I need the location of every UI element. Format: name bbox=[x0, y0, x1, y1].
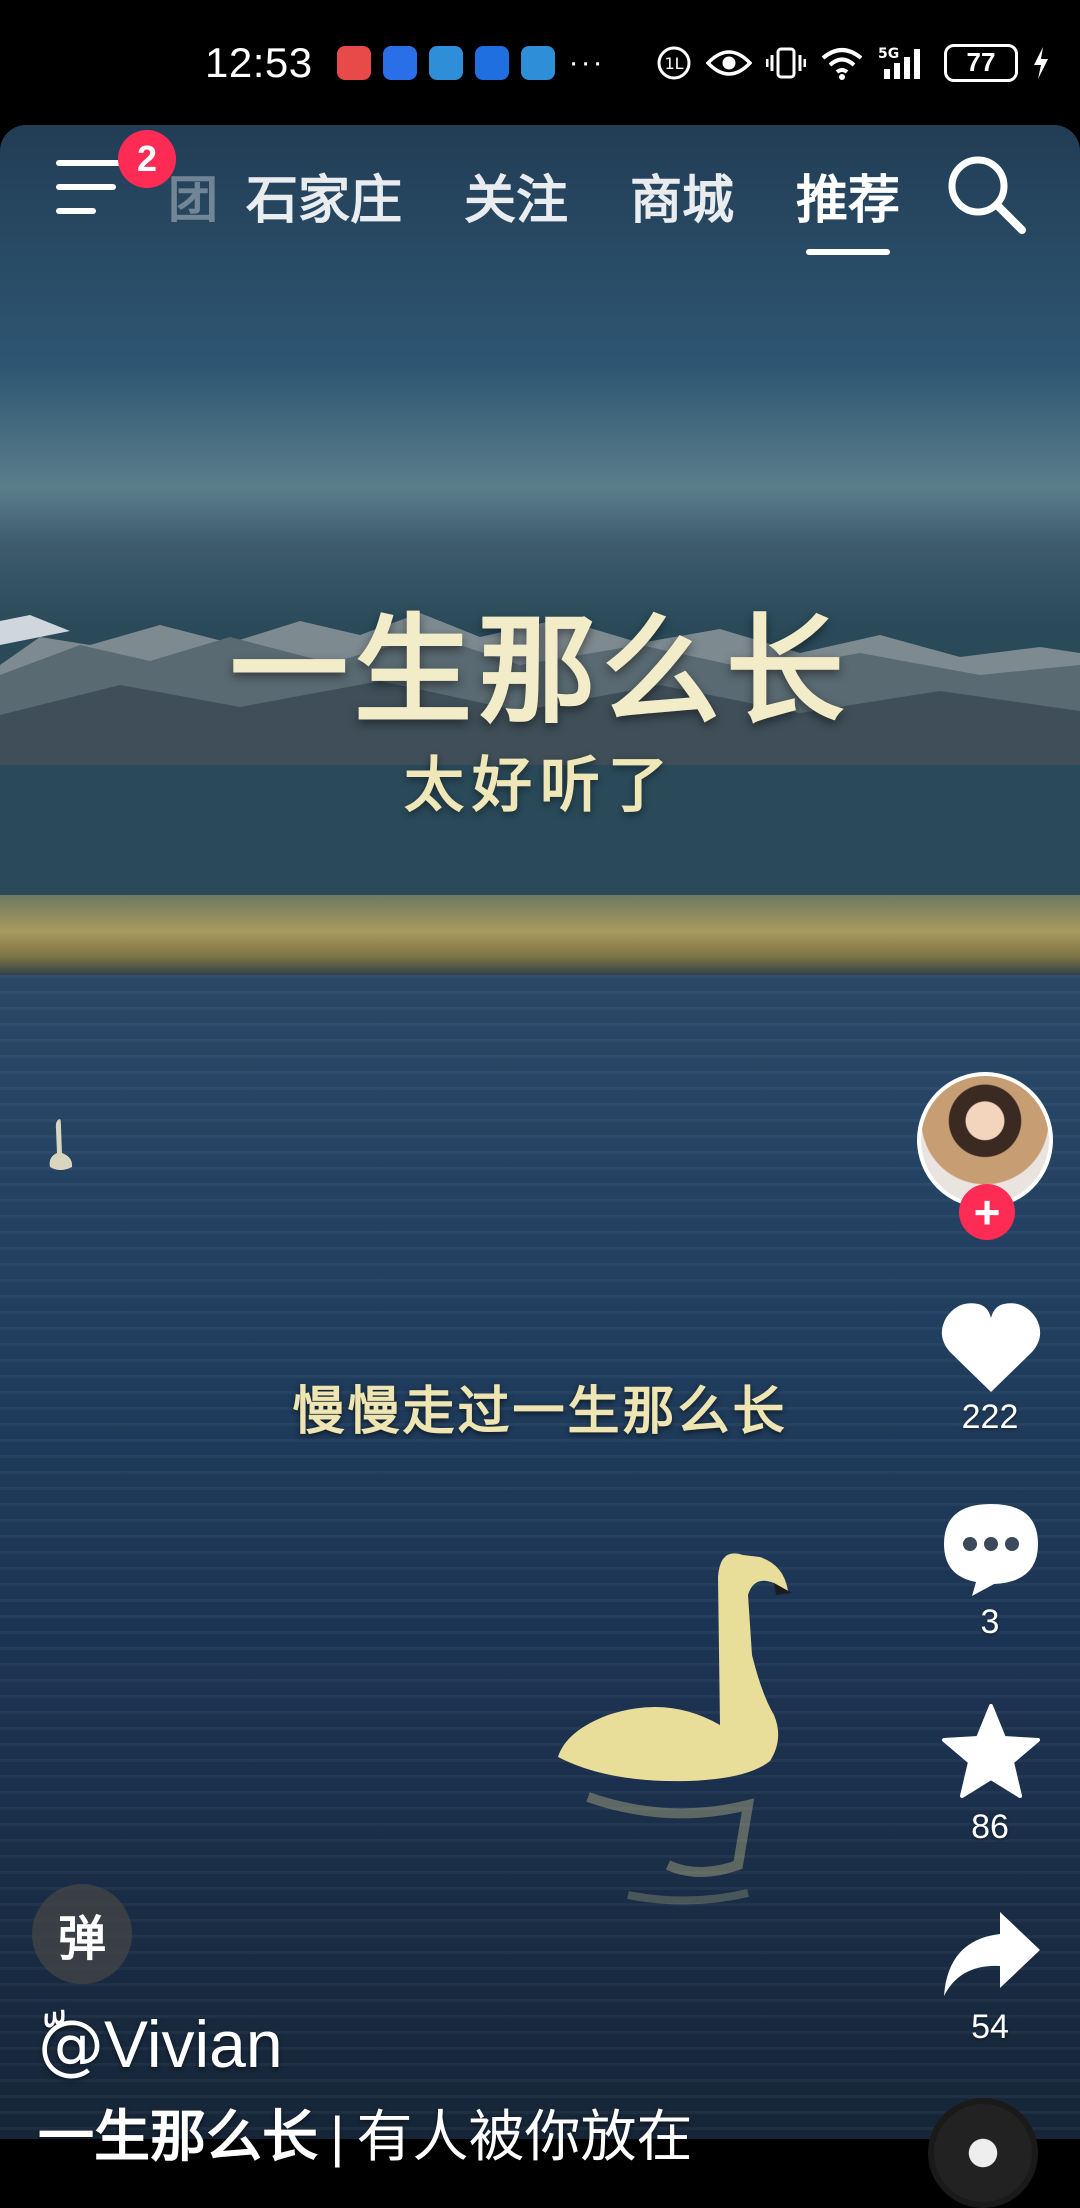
like-heart-icon[interactable] bbox=[938, 1296, 1044, 1396]
tab-partial[interactable]: 团 bbox=[168, 160, 218, 232]
tab-recommend[interactable]: 推荐 bbox=[796, 158, 900, 255]
wifi-icon bbox=[821, 47, 863, 80]
menu-icon bbox=[56, 208, 96, 214]
danmu-toggle-button[interactable]: 弹 bbox=[32, 1884, 132, 1984]
notification-app-icon bbox=[382, 45, 417, 80]
music-disc-icon[interactable] bbox=[928, 2098, 1038, 2208]
menu-icon bbox=[56, 184, 116, 190]
battery-indicator: 77 bbox=[944, 43, 1018, 82]
tab-local[interactable]: 石家庄 bbox=[246, 158, 402, 233]
hd-call-icon: 1L bbox=[657, 46, 691, 79]
caption-separator: | bbox=[330, 2105, 345, 2168]
favorite-count: 86 bbox=[971, 1808, 1009, 1846]
share-count: 54 bbox=[971, 2008, 1009, 2046]
network-type-label: 5G bbox=[878, 46, 899, 62]
like-count: 222 bbox=[961, 1398, 1019, 1436]
menu-icon bbox=[56, 160, 124, 166]
status-right: 1L 5G 77 bbox=[656, 43, 1050, 82]
video-title-overlay: 一生那么长 bbox=[229, 601, 850, 740]
menu-button[interactable] bbox=[56, 160, 128, 220]
comment-icon[interactable] bbox=[938, 1498, 1044, 1598]
comment-count: 3 bbox=[980, 1603, 1000, 1641]
author-name[interactable]: @ّVivian bbox=[38, 2006, 283, 2083]
battery-level: 77 bbox=[966, 47, 996, 77]
status-time: 12:53 bbox=[205, 38, 313, 86]
share-arrow-icon[interactable] bbox=[938, 1906, 1044, 2006]
notification-app-icon bbox=[336, 45, 371, 80]
tab-following[interactable]: 关注 bbox=[464, 158, 568, 233]
follow-button[interactable]: + bbox=[959, 1184, 1015, 1240]
top-tabs: 石家庄 关注 商城 推荐 bbox=[246, 158, 962, 255]
vibrate-icon bbox=[766, 47, 806, 78]
lake-shore bbox=[0, 895, 1080, 977]
swan bbox=[558, 1553, 792, 1905]
search-icon[interactable] bbox=[942, 150, 1028, 236]
more-notifications-icon: ··· bbox=[568, 45, 605, 79]
notification-app-icon bbox=[428, 45, 463, 80]
status-bar: 12:53 ··· 1L 5G 77 bbox=[0, 0, 1080, 125]
svg-text:1L: 1L bbox=[664, 54, 683, 73]
notification-app-icon bbox=[474, 45, 509, 80]
caption-title: 一生那么长 bbox=[38, 2105, 318, 2168]
eye-icon bbox=[706, 49, 752, 76]
small-swan bbox=[49, 1119, 73, 1170]
notification-app-icon bbox=[520, 45, 555, 80]
favorite-star-icon[interactable] bbox=[938, 1702, 1044, 1802]
video-subtitle-overlay: 太好听了 bbox=[404, 751, 676, 821]
video-caption[interactable]: 一生那么长 | 有人被你放在 bbox=[38, 2092, 693, 2173]
caption-text: 有人被你放在 bbox=[356, 2105, 693, 2168]
charging-icon bbox=[1034, 46, 1048, 79]
tab-mall[interactable]: 商城 bbox=[630, 158, 734, 233]
signal-icon: 5G bbox=[878, 46, 920, 79]
